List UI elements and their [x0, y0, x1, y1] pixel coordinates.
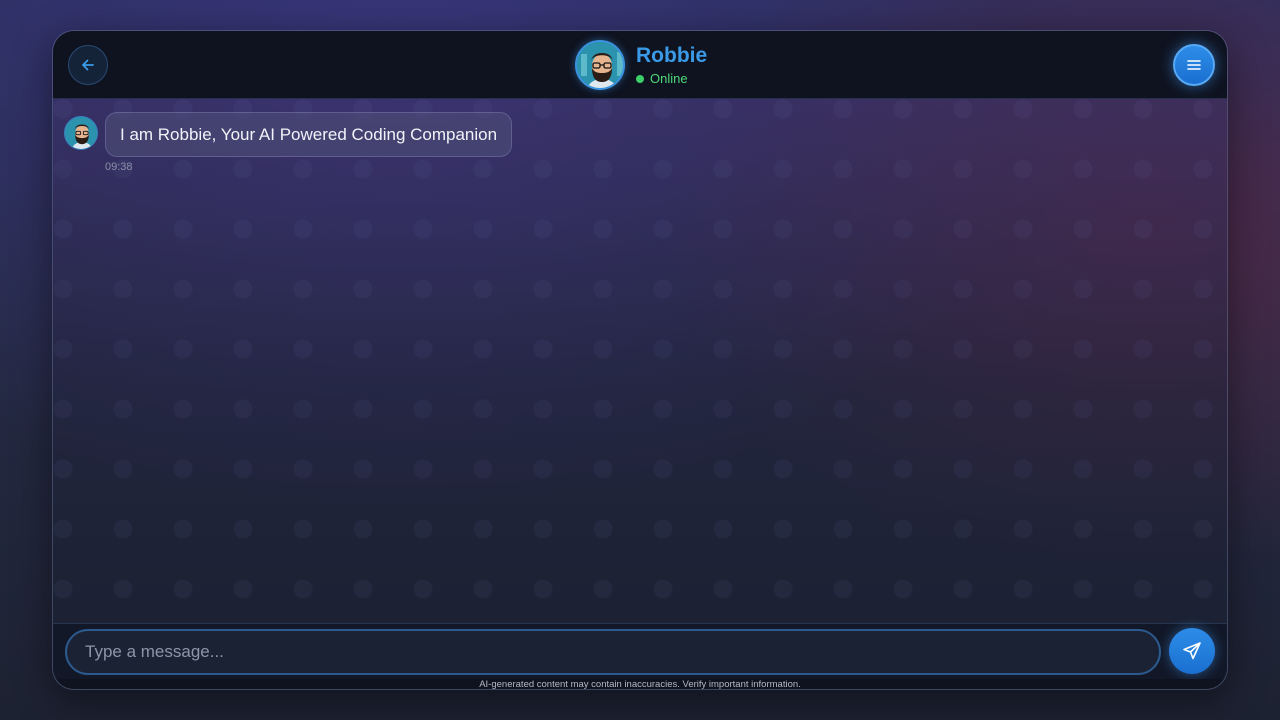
message-content: I am Robbie, Your AI Powered Coding Comp…	[105, 112, 513, 173]
bot-avatar	[575, 40, 625, 90]
bot-profile: Robbie Online	[575, 37, 707, 93]
bearded-man-avatar-icon	[577, 42, 623, 88]
composer-bar	[53, 623, 1227, 679]
message-bubble: I am Robbie, Your AI Powered Coding Comp…	[105, 112, 513, 157]
bearded-man-avatar-icon	[65, 117, 97, 149]
status-indicator: Online	[636, 71, 707, 86]
message-list[interactable]: I am Robbie, Your AI Powered Coding Comp…	[53, 99, 1227, 623]
status-text: Online	[650, 71, 688, 86]
hamburger-menu-icon	[1187, 60, 1201, 70]
ai-disclaimer: AI-generated content may contain inaccur…	[53, 679, 1227, 689]
chat-header: Robbie Online	[53, 31, 1227, 99]
profile-text: Robbie Online	[636, 44, 707, 86]
send-button[interactable]	[1169, 628, 1215, 674]
back-button[interactable]	[68, 45, 108, 85]
message-item: I am Robbie, Your AI Powered Coding Comp…	[64, 112, 513, 173]
bot-name: Robbie	[636, 44, 708, 67]
chat-window: Robbie Online I am Robbie, Your AI Power…	[52, 30, 1228, 690]
send-paper-plane-icon	[1183, 642, 1201, 660]
message-input[interactable]	[65, 629, 1161, 675]
message-avatar	[64, 116, 98, 150]
arrow-left-icon	[82, 59, 94, 71]
menu-button[interactable]	[1173, 44, 1215, 86]
message-timestamp: 09:38	[105, 161, 133, 173]
online-dot-icon	[636, 74, 644, 83]
